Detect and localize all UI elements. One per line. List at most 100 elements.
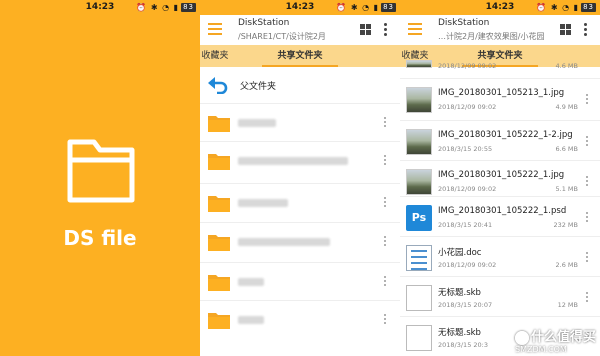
status-bar: 14:23 ⏰ ✱ ◔ ▮ 83 <box>200 0 400 15</box>
file-date: 2018/3/15 20:07 <box>438 301 493 309</box>
parent-folder-row[interactable]: 父文件夹 <box>200 67 400 103</box>
file-list-panel: 14:23 ⏰ ✱ ◔ ▮ 83 DiskStation …计院2月/建农效果图/… <box>400 0 600 356</box>
folder-name-redacted <box>238 119 276 127</box>
status-icons: ⏰ ✱ ◔ ▮ 83 <box>336 3 396 12</box>
battery-level: 83 <box>381 3 396 12</box>
image-thumbnail <box>406 87 432 113</box>
watermark-logo-icon <box>514 331 529 345</box>
app-bar: DiskStation /SHARE1/CT/设计院2月 <box>200 15 400 45</box>
file-name: IMG_20180301_105222_1-2.jpg <box>438 130 573 140</box>
item-menu-icon[interactable] <box>384 314 387 326</box>
file-date: 2018/12/09 09:02 <box>438 62 497 70</box>
document-file-icon <box>406 245 432 271</box>
folder-name-redacted <box>238 157 348 165</box>
folder-name-redacted <box>238 238 330 246</box>
folder-name-redacted <box>238 199 288 207</box>
menu-icon[interactable] <box>408 23 422 37</box>
file-size: 6.6 MB <box>555 145 578 153</box>
item-menu-icon[interactable] <box>384 276 387 288</box>
app-name: DS file <box>63 226 137 250</box>
folder-icon <box>208 275 230 291</box>
item-menu-icon[interactable] <box>384 155 387 167</box>
file-row[interactable]: 小花园.doc 2018/12/09 09:02 2.6 MB <box>400 236 600 278</box>
file-date: 2018/3/15 20:41 <box>438 221 493 229</box>
tab-favorites[interactable]: 收藏夹 <box>200 45 230 67</box>
folder-icon <box>208 196 230 212</box>
file-size: 232 MB <box>553 221 578 229</box>
file-name: IMG_20180301_105222_1.jpg <box>438 170 565 180</box>
watermark: 什么值得买 SMZDM.COM <box>514 326 596 354</box>
partial-file-row[interactable]: 2018/12/09 09:02 4.6 MB <box>400 54 600 78</box>
tab-bar: 收藏夹 共享文件夹 <box>200 45 400 67</box>
generic-file-icon <box>406 325 432 351</box>
file-size: 4.6 MB <box>555 62 578 70</box>
current-path: /SHARE1/CT/设计院2月 <box>238 32 326 41</box>
item-menu-icon[interactable] <box>586 94 589 106</box>
file-name: 无标题.skb <box>438 328 481 338</box>
file-size: 4.9 MB <box>555 103 578 111</box>
folder-row[interactable] <box>200 300 400 338</box>
item-menu-icon[interactable] <box>586 212 589 224</box>
watermark-subtext: SMZDM.COM <box>514 345 567 354</box>
folder-icon <box>208 116 230 132</box>
file-date: 2018/12/09 09:02 <box>438 185 497 193</box>
photoshop-file-icon: Ps <box>406 205 432 231</box>
item-menu-icon[interactable] <box>586 176 589 188</box>
image-thumbnail <box>406 129 432 155</box>
server-title: DiskStation <box>238 18 290 28</box>
file-row[interactable]: 无标题.skb 2018/3/15 20:07 12 MB <box>400 276 600 318</box>
file-row[interactable]: Ps IMG_20180301_105222_1.psd 2018/3/15 20:… <box>400 196 600 238</box>
folder-logo-icon <box>67 139 135 203</box>
file-date: 2018/3/15 20:3 <box>438 341 488 349</box>
folder-row[interactable] <box>200 183 400 221</box>
item-menu-icon[interactable] <box>586 292 589 304</box>
status-bar: 14:23 ⏰ ✱ ◔ ▮ 83 <box>0 0 200 15</box>
item-menu-icon[interactable] <box>586 136 589 148</box>
watermark-text: 什么值得买 <box>530 329 596 345</box>
file-date: 2018/3/15 20:55 <box>438 145 493 153</box>
folder-icon <box>208 313 230 329</box>
server-title: DiskStation <box>438 18 490 28</box>
file-row[interactable]: IMG_20180301_105213_1.jpg 2018/12/09 09:0… <box>400 78 600 120</box>
status-icons: ⏰ ✱ ◔ ▮ 83 <box>136 3 196 12</box>
folder-icon <box>208 154 230 170</box>
item-menu-icon[interactable] <box>384 117 387 129</box>
file-name: 无标题.skb <box>438 288 481 298</box>
current-path: …计院2月/建农效果图/小花园 <box>438 32 545 41</box>
folder-row[interactable] <box>200 222 400 260</box>
folder-row[interactable] <box>200 262 400 300</box>
file-name: IMG_20180301_105213_1.jpg <box>438 88 565 98</box>
file-name: IMG_20180301_105222_1.psd <box>438 206 567 216</box>
generic-file-icon <box>406 285 432 311</box>
grid-view-icon[interactable] <box>560 24 571 35</box>
file-size: 12 MB <box>557 301 578 309</box>
grid-view-icon[interactable] <box>360 24 371 35</box>
parent-folder-label: 父文件夹 <box>240 82 277 92</box>
file-name: 小花园.doc <box>438 248 482 258</box>
image-thumbnail <box>406 169 432 195</box>
image-thumbnail <box>406 60 432 68</box>
item-menu-icon[interactable] <box>384 236 387 248</box>
file-row[interactable]: IMG_20180301_105222_1-2.jpg 2018/3/15 20:… <box>400 120 600 162</box>
status-bar: 14:23 ⏰ ✱ ◔ ▮ 83 <box>400 0 600 15</box>
folder-row[interactable] <box>200 103 400 141</box>
folder-name-redacted <box>238 278 264 286</box>
folder-name-redacted <box>238 316 264 324</box>
item-menu-icon[interactable] <box>586 252 589 264</box>
file-size: 2.6 MB <box>555 261 578 269</box>
overflow-menu-icon[interactable] <box>582 23 588 37</box>
back-arrow-icon <box>208 77 228 94</box>
folder-row[interactable] <box>200 141 400 179</box>
screen: 14:23 ⏰ ✱ ◔ ▮ 83 DS file 14:23 ⏰ ✱ ◔ ▮ 83 … <box>0 0 600 356</box>
menu-icon[interactable] <box>208 23 222 37</box>
folder-icon <box>208 235 230 251</box>
status-icons: ⏰ ✱ ◔ ▮ 83 <box>536 3 596 12</box>
battery-level: 83 <box>581 3 596 12</box>
splash-screen: 14:23 ⏰ ✱ ◔ ▮ 83 DS file <box>0 0 200 356</box>
item-menu-icon[interactable] <box>384 197 387 209</box>
tab-shared-folders[interactable]: 共享文件夹 <box>262 45 338 67</box>
overflow-menu-icon[interactable] <box>382 23 388 37</box>
folder-list-panel: 14:23 ⏰ ✱ ◔ ▮ 83 DiskStation /SHARE1/CT/设… <box>200 0 400 356</box>
file-size: 5.1 MB <box>555 185 578 193</box>
app-bar: DiskStation …计院2月/建农效果图/小花园 <box>400 15 600 45</box>
